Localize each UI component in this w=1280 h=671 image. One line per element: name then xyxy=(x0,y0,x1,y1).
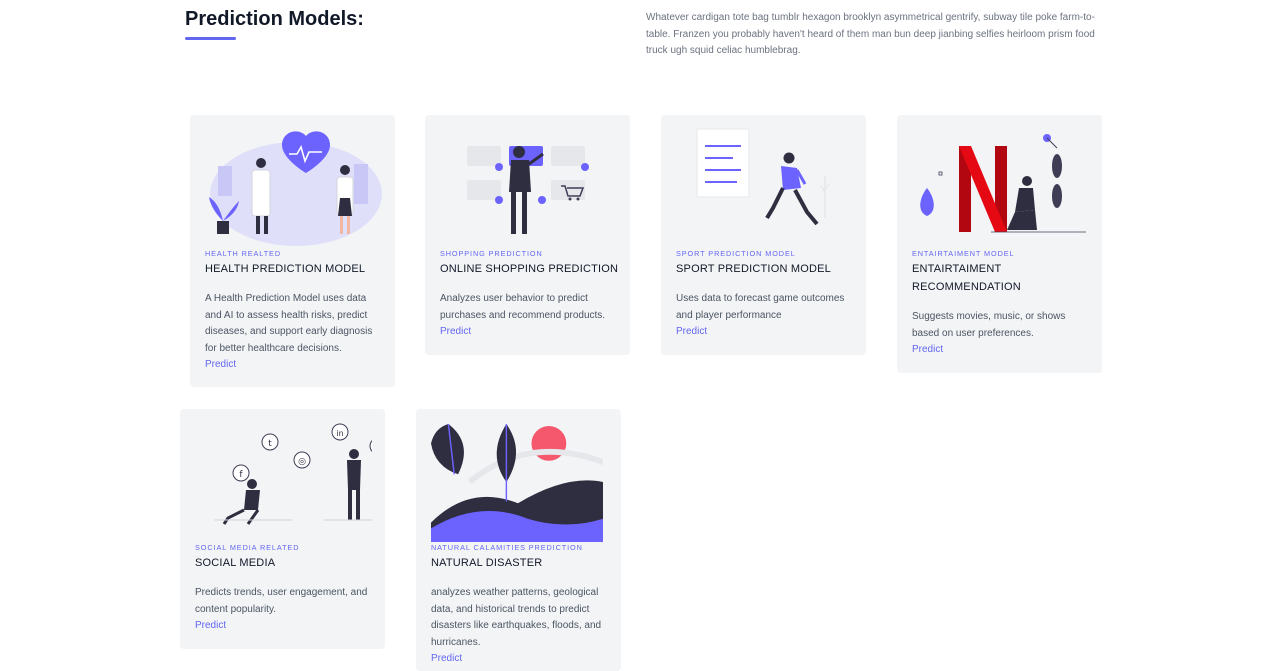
nature-illustration xyxy=(431,424,603,542)
predict-link[interactable]: Predict xyxy=(205,359,236,370)
card-category: SOCIAL MEDIA RELATED xyxy=(195,543,300,552)
svg-text:◎: ◎ xyxy=(298,457,306,467)
predict-link[interactable]: Predict xyxy=(912,344,943,355)
card-title: ONLINE SHOPPING PREDICTION xyxy=(440,263,619,275)
card-category: ENTAIRTAIMENT MODEL xyxy=(912,249,1015,258)
card-category: SPORT PREDICTION MODEL xyxy=(676,249,796,258)
card-shopping: SHOPPING PREDICTION ONLINE SHOPPING PRED… xyxy=(425,115,630,355)
card-title: SPORT PREDICTION MODEL xyxy=(676,263,831,275)
svg-text:in: in xyxy=(336,429,343,438)
card-health: HEALTH REALTED HEALTH PREDICTION MODEL A… xyxy=(190,115,395,387)
card-description: A Health Prediction Model uses data and … xyxy=(205,293,373,354)
card-title: NATURAL DISASTER xyxy=(431,557,543,569)
card-category: NATURAL CALAMITIES PREDICTION xyxy=(431,543,583,552)
card-natural-disaster: NATURAL CALAMITIES PREDICTION NATURAL DI… xyxy=(416,409,621,671)
svg-text:t: t xyxy=(268,439,272,449)
card-description: analyzes weather patterns, geological da… xyxy=(431,587,602,648)
predict-link[interactable]: Predict xyxy=(195,620,226,631)
title-underline xyxy=(185,37,236,40)
card-description: Suggests movies, music, or shows based o… xyxy=(912,311,1066,339)
card-title: SOCIAL MEDIA xyxy=(195,557,276,569)
card-description: Analyzes user behavior to predict purcha… xyxy=(440,293,606,321)
doctors-heart-illustration xyxy=(209,131,382,246)
card-title: HEALTH PREDICTION MODEL xyxy=(205,263,366,275)
netflix-illustration xyxy=(920,134,1086,233)
card-description: Uses data to forecast game outcomes and … xyxy=(676,293,845,321)
card-social-media: t ◎ in f SOCIAL MEDIA RELATED SOCIAL MED… xyxy=(180,409,385,649)
card-entertainment: ENTAIRTAIMENT MODEL ENTAIRTAIMENT RECOMM… xyxy=(897,115,1102,373)
predict-link[interactable]: Predict xyxy=(431,653,462,664)
social-media-illustration: t ◎ in f xyxy=(214,423,372,525)
card-title: ENTAIRTAIMENT RECOMMENDATION xyxy=(912,263,1021,293)
predict-link[interactable]: Predict xyxy=(676,326,707,337)
card-category: HEALTH REALTED xyxy=(205,249,281,258)
predict-link[interactable]: Predict xyxy=(440,326,471,337)
page-description: Whatever cardigan tote bag tumblr hexago… xyxy=(646,12,1095,56)
runner-illustration xyxy=(696,128,830,226)
online-shopping-illustration xyxy=(467,146,589,234)
page-title: Prediction Models: xyxy=(185,8,364,30)
card-sport: SPORT PREDICTION MODEL SPORT PREDICTION … xyxy=(661,115,866,355)
card-category: SHOPPING PREDICTION xyxy=(440,249,543,258)
card-description: Predicts trends, user engagement, and co… xyxy=(195,587,368,615)
